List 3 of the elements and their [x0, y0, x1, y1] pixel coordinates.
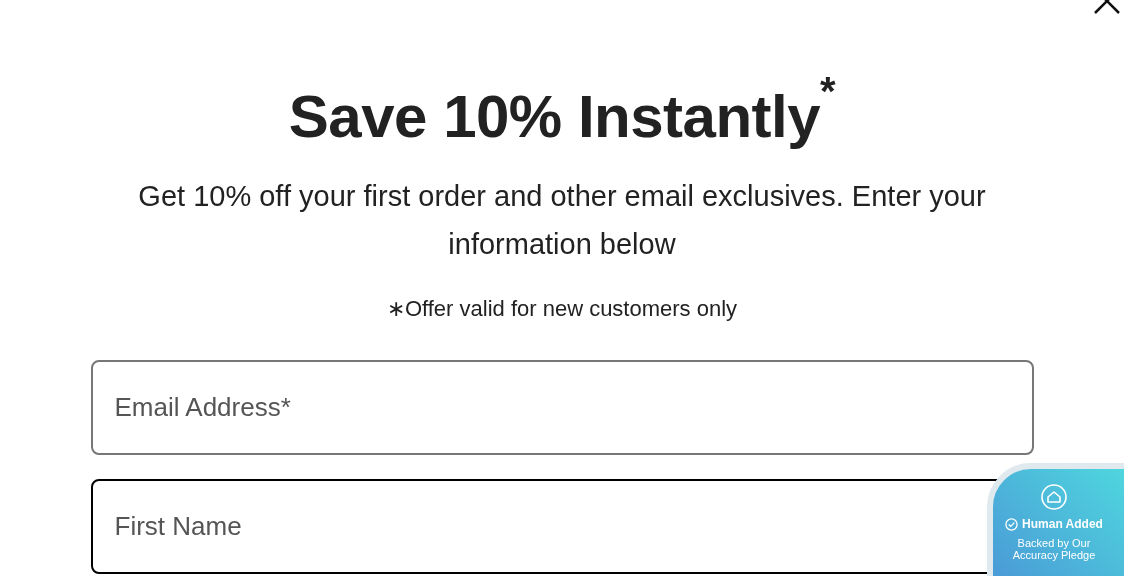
- offer-note: ∗Offer valid for new customers only: [386, 295, 738, 323]
- popup-description: Get 10% off your first order and other email exclusives. Enter your information below: [137, 179, 987, 262]
- popup-title: Save 10% Instantly$^{*}$: [287, 78, 837, 152]
